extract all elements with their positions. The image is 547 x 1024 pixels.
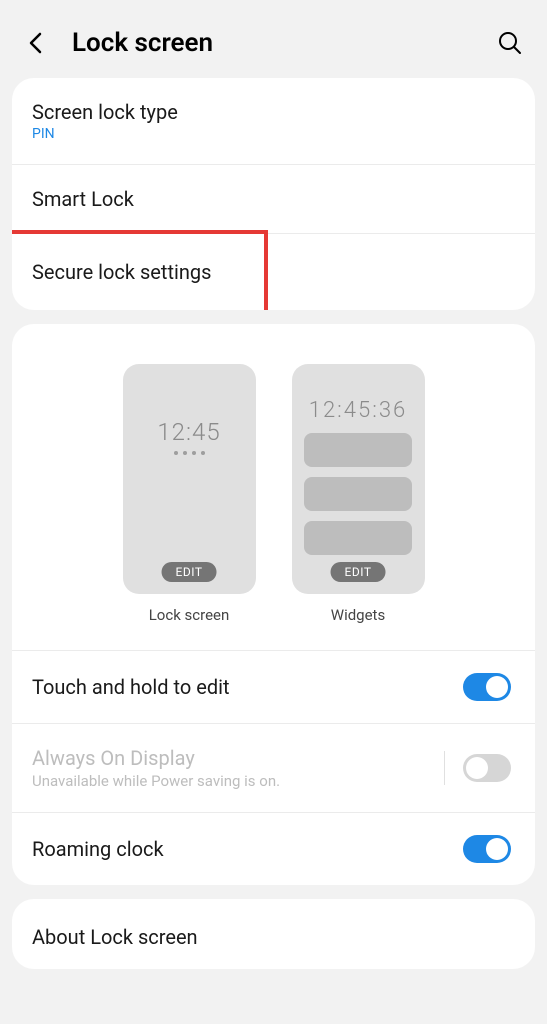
- smart-lock-label: Smart Lock: [32, 187, 515, 211]
- edit-button[interactable]: EDIT: [331, 562, 386, 582]
- secure-lock-settings-row[interactable]: Secure lock settings: [12, 230, 535, 310]
- back-icon[interactable]: [24, 31, 48, 55]
- roaming-clock-label: Roaming clock: [32, 837, 463, 861]
- lock-screen-preview[interactable]: 12:45 EDIT Lock screen: [123, 364, 256, 624]
- screen-lock-type-row[interactable]: Screen lock type PIN: [12, 78, 535, 165]
- lock-settings-card: Screen lock type PIN Smart Lock Secure l…: [12, 78, 535, 310]
- preview-clock-wide: 12:45:36: [309, 398, 407, 423]
- always-on-display-subtitle: Unavailable while Power saving is on.: [32, 772, 444, 790]
- widget-placeholder: [304, 521, 412, 555]
- highlight-annotation: Secure lock settings: [12, 230, 268, 310]
- about-card: About Lock screen: [12, 899, 535, 969]
- always-on-display-toggle: [463, 754, 511, 782]
- always-on-display-row: Always On Display Unavailable while Powe…: [12, 724, 535, 813]
- lock-screen-preview-label: Lock screen: [149, 606, 230, 624]
- display-options-card: 12:45 EDIT Lock screen 12:45:36 EDIT Wid…: [12, 324, 535, 885]
- lock-screen-mock: 12:45 EDIT: [123, 364, 256, 594]
- secure-lock-settings-label: Secure lock settings: [32, 260, 244, 284]
- widgets-mock: 12:45:36 EDIT: [292, 364, 425, 594]
- preview-clock: 12:45: [157, 418, 220, 446]
- separator: [444, 751, 445, 785]
- widgets-preview[interactable]: 12:45:36 EDIT Widgets: [292, 364, 425, 624]
- touch-hold-edit-label: Touch and hold to edit: [32, 675, 463, 699]
- edit-button[interactable]: EDIT: [162, 562, 217, 582]
- search-icon[interactable]: [497, 30, 523, 56]
- touch-hold-toggle[interactable]: [463, 673, 511, 701]
- widget-placeholder: [304, 477, 412, 511]
- always-on-display-label: Always On Display: [32, 746, 444, 770]
- roaming-clock-row[interactable]: Roaming clock: [12, 813, 535, 885]
- app-header: Lock screen: [0, 0, 547, 78]
- about-lock-screen-row[interactable]: About Lock screen: [12, 899, 535, 969]
- touch-hold-edit-row[interactable]: Touch and hold to edit: [12, 651, 535, 724]
- widget-placeholder: [304, 433, 412, 467]
- about-lock-screen-label: About Lock screen: [32, 925, 515, 949]
- dots-icon: [174, 451, 205, 455]
- smart-lock-row[interactable]: Smart Lock: [12, 165, 535, 234]
- roaming-clock-toggle[interactable]: [463, 835, 511, 863]
- previews-row: 12:45 EDIT Lock screen 12:45:36 EDIT Wid…: [12, 324, 535, 651]
- screen-lock-type-value: PIN: [32, 126, 515, 142]
- page-title: Lock screen: [72, 28, 497, 58]
- screen-lock-type-label: Screen lock type: [32, 100, 515, 124]
- widgets-preview-label: Widgets: [331, 606, 385, 624]
